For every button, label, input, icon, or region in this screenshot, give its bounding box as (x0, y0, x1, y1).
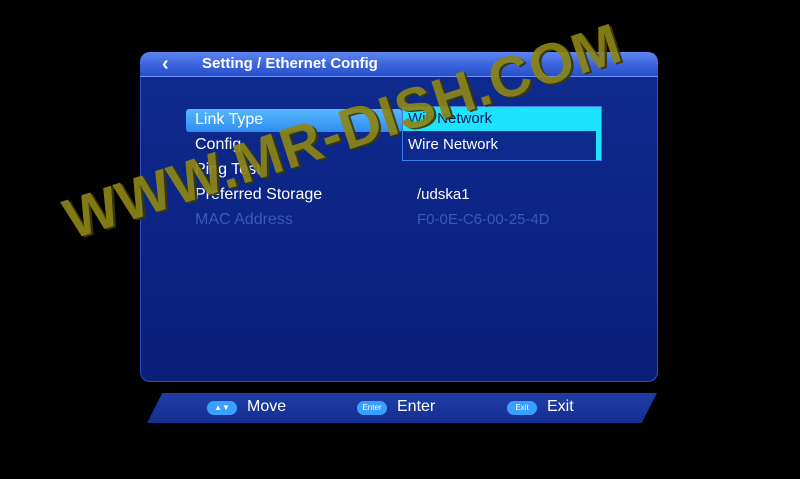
hint-label: Enter (397, 398, 436, 415)
arrow-keys-icon: ▲▼ (207, 401, 237, 415)
menu-item-value: /udska1 (417, 186, 470, 203)
hint-label: Exit (547, 398, 574, 415)
page-title: Setting / Ethernet Config (202, 55, 378, 72)
hint-label: Move (247, 398, 287, 415)
chevron-left-icon[interactable]: ‹ (162, 54, 169, 74)
menu-item-label: MAC Address (195, 211, 293, 228)
footer-hint-bar: ▲▼ Move Enter Enter Exit Exit (147, 393, 657, 423)
menu-item-mac-address: MAC Address F0-0E-C6-00-25-4D (186, 209, 606, 234)
dropdown-scrollbar[interactable] (596, 107, 601, 160)
enter-key-icon: Enter (357, 401, 387, 415)
menu-item-value: F0-0E-C6-00-25-4D (417, 211, 550, 228)
exit-key-icon: Exit (507, 401, 537, 415)
